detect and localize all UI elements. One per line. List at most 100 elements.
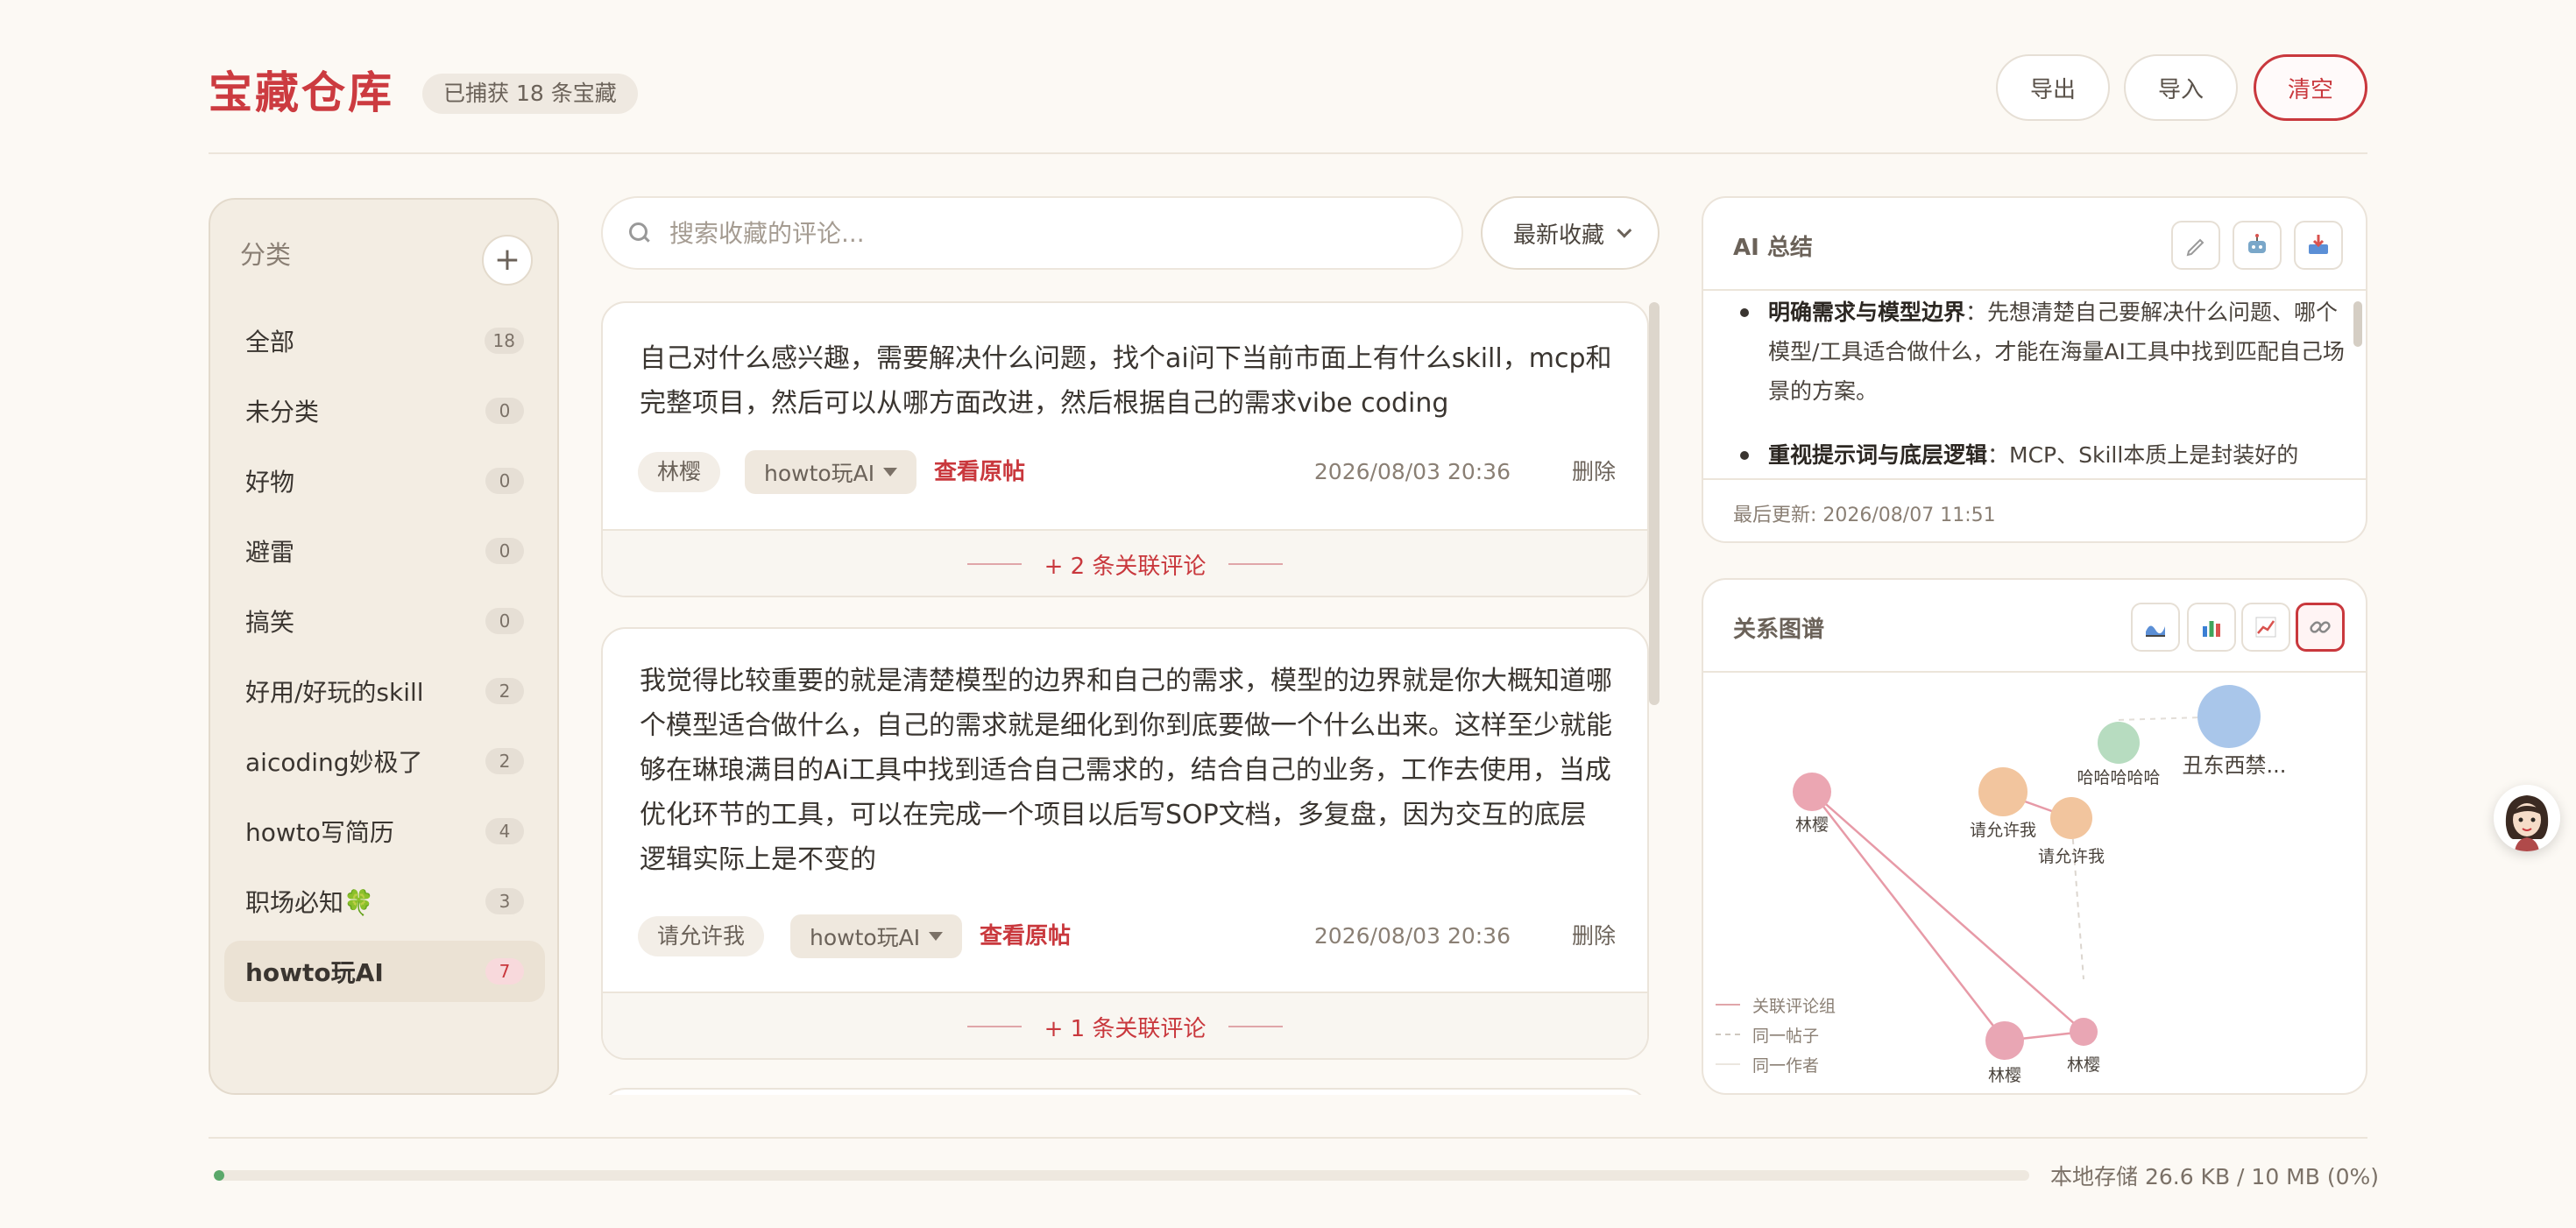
related-comments-toggle[interactable]: + 2 条关联评论 bbox=[603, 529, 1647, 596]
view-original-link[interactable]: 查看原帖 bbox=[934, 452, 1025, 492]
graph-view-link-button[interactable] bbox=[2296, 603, 2345, 652]
edit-button[interactable] bbox=[2171, 221, 2220, 270]
graph-node-label: 丑东西禁... bbox=[2183, 753, 2287, 778]
sidebar-item-howto-ai[interactable]: howto玩AI 7 bbox=[224, 941, 545, 1002]
storage-progress-fill bbox=[214, 1170, 225, 1181]
category-label: howto写简历 bbox=[245, 818, 394, 847]
sidebar-heading: 分类 bbox=[240, 240, 292, 270]
graph-node-label: 林樱 bbox=[1988, 1066, 2021, 1085]
comment-card: 我觉得比较重要的就是清楚模型的边界和自己的需求，模型的边界就是你大概知道哪个模型… bbox=[601, 627, 1649, 1060]
archive-button[interactable] bbox=[2294, 221, 2343, 270]
graph-node[interactable] bbox=[1978, 767, 2028, 816]
assistant-avatar-button[interactable] bbox=[2494, 785, 2560, 851]
divider bbox=[966, 1026, 1022, 1027]
graph-node[interactable] bbox=[2197, 685, 2261, 748]
summary-bullet: 重视提示词与底层逻辑：MCP、Skill本质上是封装好的 bbox=[1733, 435, 2346, 475]
graph-node[interactable] bbox=[1793, 773, 1831, 811]
caret-down-icon bbox=[883, 468, 898, 476]
search-bar bbox=[601, 196, 1463, 270]
app-header: 宝藏仓库 已捕获 18 条宝藏 导出 导入 清空 bbox=[209, 49, 2367, 154]
category-select-label: howto玩AI bbox=[810, 925, 921, 950]
category-select-label: howto玩AI bbox=[764, 461, 875, 486]
sort-selected-label: 最新收藏 bbox=[1512, 222, 1604, 249]
bar-chart-icon bbox=[2203, 621, 2220, 637]
category-count: 7 bbox=[485, 958, 524, 985]
category-select[interactable]: howto玩AI bbox=[790, 914, 963, 958]
comment-card: 自己对什么感兴趣，需要解决什么问题，找个ai问下当前市面上有什么skill，mc… bbox=[601, 301, 1649, 597]
related-comments-toggle[interactable]: + 1 条关联评论 bbox=[603, 992, 1647, 1058]
sidebar-item-funny[interactable]: 搞笑 0 bbox=[224, 590, 545, 652]
caret-down-icon bbox=[929, 932, 944, 941]
graph-node-label: 林樱 bbox=[1795, 815, 1829, 835]
sidebar-item-workplace[interactable]: 职场必知🍀 3 bbox=[224, 871, 545, 932]
panel-title: 关系图谱 bbox=[1733, 617, 1825, 643]
category-label: 搞笑 bbox=[245, 608, 295, 637]
graph-canvas[interactable]: 丑东西禁... 哈哈哈哈哈 林樱 请允许我 请允许我 林樱 林樱 关联评论组 同… bbox=[1703, 674, 2366, 1093]
page-title: 宝藏仓库 bbox=[209, 67, 394, 118]
chevron-down-icon bbox=[1617, 222, 1632, 238]
category-select[interactable]: howto玩AI bbox=[745, 450, 917, 494]
comment-feed: 自己对什么感兴趣，需要解决什么问题，找个ai问下当前市面上有什么skill，mc… bbox=[601, 298, 1663, 1095]
sidebar-item-resume[interactable]: howto写简历 4 bbox=[224, 801, 545, 862]
clear-button[interactable]: 清空 bbox=[2254, 54, 2367, 121]
legend-item: 同一帖子 bbox=[1716, 1020, 1836, 1049]
summary-bullet: 明确需求与模型边界：先想清楚自己要解决什么问题、哪个模型/工具适合做什么，才能在… bbox=[1733, 293, 2346, 411]
category-count: 2 bbox=[485, 678, 524, 704]
footer-divider bbox=[209, 1137, 2367, 1139]
author-tag: 林樱 bbox=[638, 452, 721, 492]
graph-node[interactable] bbox=[2050, 797, 2092, 839]
search-input[interactable] bbox=[669, 218, 1423, 248]
wave-icon bbox=[2146, 625, 2165, 637]
summary-scrollbar[interactable] bbox=[2353, 301, 2362, 347]
import-button[interactable]: 导入 bbox=[2124, 54, 2238, 121]
category-label: aicoding妙极了 bbox=[245, 748, 423, 777]
sidebar-item-all[interactable]: 全部 18 bbox=[224, 310, 545, 371]
graph-node[interactable] bbox=[2070, 1018, 2098, 1046]
comment-meta: 请允许我 howto玩AI 查看原帖 2026/08/03 20:36 删除 bbox=[638, 914, 1616, 958]
view-original-link[interactable]: 查看原帖 bbox=[980, 916, 1071, 956]
sidebar-item-aicoding[interactable]: aicoding妙极了 2 bbox=[224, 730, 545, 792]
capture-count-badge: 已捕获 18 条宝藏 bbox=[422, 74, 638, 114]
graph-node-label: 请允许我 bbox=[1970, 821, 2036, 840]
feed-scrollbar[interactable] bbox=[1649, 302, 1660, 705]
graph-view-line-button[interactable] bbox=[2241, 603, 2290, 652]
graph-node[interactable] bbox=[1985, 1021, 2024, 1060]
timestamp: 2026/08/03 20:36 bbox=[1313, 459, 1511, 484]
category-count: 2 bbox=[485, 748, 524, 774]
graph-edge bbox=[2070, 817, 2084, 980]
category-sidebar: 分类 + 全部 18 未分类 0 好物 0 避雷 0 搞笑 0 好用/好玩的sk… bbox=[209, 198, 559, 1095]
regenerate-button[interactable] bbox=[2233, 221, 2282, 270]
category-label: 好物 bbox=[245, 468, 295, 497]
sidebar-item-uncategorized[interactable]: 未分类 0 bbox=[224, 380, 545, 441]
inbox-icon bbox=[2309, 235, 2328, 254]
add-category-button[interactable]: + bbox=[482, 235, 533, 286]
graph-view-bar-button[interactable] bbox=[2187, 603, 2236, 652]
graph-view-wave-button[interactable] bbox=[2131, 603, 2180, 652]
graph-node[interactable] bbox=[2098, 722, 2140, 764]
export-button[interactable]: 导出 bbox=[1996, 54, 2110, 121]
graph-node-label: 请允许我 bbox=[2038, 847, 2105, 866]
author-tag: 请允许我 bbox=[638, 916, 765, 956]
delete-button[interactable]: 删除 bbox=[1572, 452, 1616, 492]
category-label: 职场必知🍀 bbox=[245, 888, 374, 917]
category-label: 好用/好玩的skill bbox=[245, 678, 424, 707]
sidebar-item-goods[interactable]: 好物 0 bbox=[224, 450, 545, 512]
comment-meta: 林樱 howto玩AI 查看原帖 2026/08/03 20:36 删除 bbox=[638, 450, 1616, 494]
sidebar-item-skill[interactable]: 好用/好玩的skill 2 bbox=[224, 660, 545, 722]
legend-item: 同一作者 bbox=[1716, 1049, 1836, 1079]
comment-text: 我觉得比较重要的就是清楚模型的边界和自己的需求，模型的边界就是你大概知道哪个模型… bbox=[640, 666, 1612, 875]
legend-swatch bbox=[1716, 1063, 1740, 1065]
sort-dropdown[interactable]: 最新收藏 bbox=[1481, 196, 1660, 270]
graph-legend: 关联评论组 同一帖子 同一作者 bbox=[1716, 990, 1836, 1079]
ai-summary-panel: AI 总结 明确需求与模型边界：先想清楚自己要解决什么问题、哪个模型/工具适合做… bbox=[1702, 196, 2367, 543]
category-count: 3 bbox=[485, 888, 524, 914]
storage-usage-text: 本地存储 26.6 KB / 10 MB (0%) bbox=[2050, 1164, 2380, 1189]
panel-header: AI 总结 bbox=[1703, 198, 2366, 291]
graph-node-label: 林樱 bbox=[2067, 1055, 2100, 1075]
delete-button[interactable]: 删除 bbox=[1572, 916, 1616, 956]
legend-item: 关联评论组 bbox=[1716, 990, 1836, 1020]
category-count: 0 bbox=[485, 608, 524, 634]
sidebar-item-avoid[interactable]: 避雷 0 bbox=[224, 520, 545, 582]
divider bbox=[966, 563, 1022, 565]
related-comments-label: + 1 条关联评论 bbox=[1044, 1015, 1207, 1042]
